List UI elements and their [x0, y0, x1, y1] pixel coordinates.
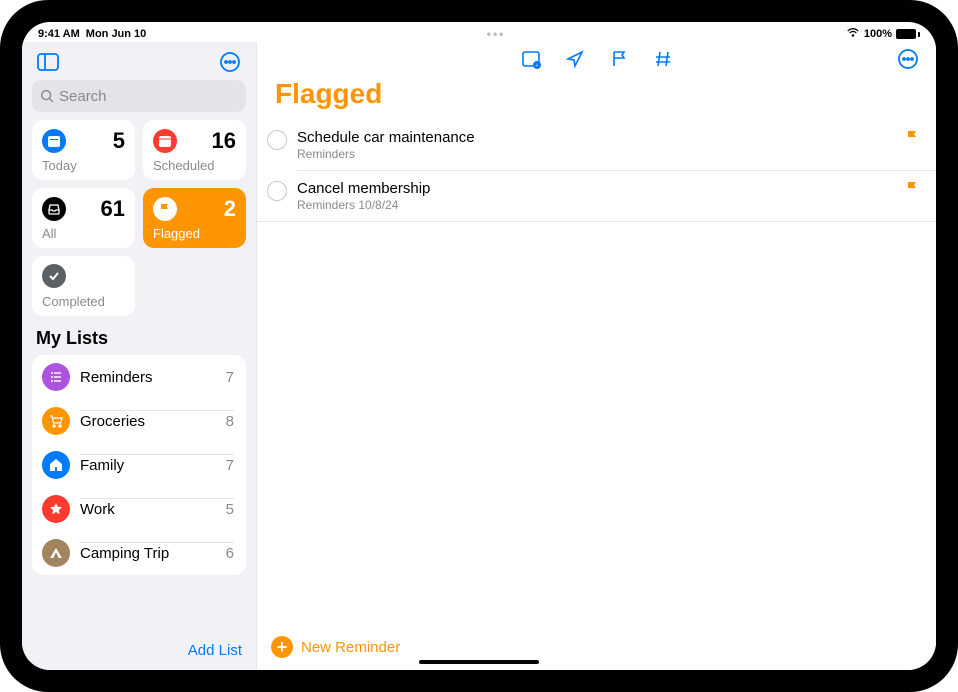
list-name: Reminders — [80, 369, 153, 386]
smart-card-scheduled[interactable]: 16 Scheduled — [143, 120, 246, 180]
smart-card-today[interactable]: 5 Today — [32, 120, 135, 180]
page-title: Flagged — [257, 72, 936, 120]
list-item[interactable]: Camping Trip 6 — [32, 531, 246, 575]
reminder-row[interactable]: Cancel membership Reminders 10/8/24 — [297, 170, 936, 221]
flag-icon — [904, 180, 920, 201]
list-item[interactable]: Reminders 7 — [32, 355, 246, 399]
list-count: 7 — [226, 369, 234, 386]
battery-percentage: 100% — [864, 28, 892, 40]
smart-card-label: Today — [42, 158, 125, 173]
list-item[interactable]: Groceries 8 — [32, 399, 246, 443]
reminder-row[interactable]: Schedule car maintenance Reminders — [257, 120, 936, 170]
list-item[interactable]: Work 5 — [32, 487, 246, 531]
main-toolbar: + — [257, 42, 936, 72]
tag-hash-icon[interactable] — [652, 48, 674, 70]
tray-icon — [42, 197, 66, 221]
plus-circle-icon: + — [271, 636, 293, 658]
svg-text:+: + — [535, 63, 538, 69]
smart-card-all[interactable]: 61 All — [32, 188, 135, 248]
sidebar-more-button[interactable] — [216, 50, 244, 74]
new-reminder-button[interactable]: + New Reminder — [271, 636, 400, 658]
list-count: 7 — [226, 457, 234, 474]
smart-card-label: Flagged — [153, 226, 236, 241]
calendar-icon — [153, 129, 177, 153]
smart-card-count: 5 — [113, 128, 125, 154]
main-more-button[interactable] — [894, 47, 922, 71]
house-icon — [42, 451, 70, 479]
battery-icon — [896, 29, 920, 39]
device-frame: 9:41 AM Mon Jun 10 ••• 100% — [0, 0, 958, 692]
status-bar: 9:41 AM Mon Jun 10 ••• 100% — [22, 22, 936, 42]
smart-card-label: Completed — [42, 294, 125, 309]
flag-icon — [153, 197, 177, 221]
search-field[interactable] — [32, 80, 246, 112]
flag-toolbar-icon[interactable] — [608, 48, 630, 70]
reminder-subtitle: Reminders — [297, 147, 894, 161]
list-bullet-icon — [42, 363, 70, 391]
list-count: 8 — [226, 413, 234, 430]
flag-icon — [904, 129, 920, 150]
smart-card-completed[interactable]: Completed — [32, 256, 135, 316]
list-name: Groceries — [80, 413, 145, 430]
new-reminder-label: New Reminder — [301, 639, 400, 656]
list-name: Camping Trip — [80, 545, 169, 562]
smart-card-count: 61 — [101, 196, 125, 222]
list-count: 5 — [226, 501, 234, 518]
app-body: 5 Today 16 Scheduled — [22, 42, 936, 670]
smart-card-count: 2 — [224, 196, 236, 222]
smart-card-flagged[interactable]: 2 Flagged — [143, 188, 246, 248]
reminder-subtitle: Reminders 10/8/24 — [297, 198, 894, 212]
my-lists: Reminders 7 Groceries 8 Family 7 Work 5 … — [32, 355, 246, 575]
calendar-date-icon[interactable]: + — [520, 48, 542, 70]
checkmark-icon — [42, 264, 66, 288]
home-indicator[interactable] — [419, 660, 539, 664]
list-item[interactable]: Family 7 — [32, 443, 246, 487]
reminder-complete-toggle[interactable] — [267, 181, 287, 201]
location-icon[interactable] — [564, 48, 586, 70]
list-count: 6 — [226, 545, 234, 562]
search-icon — [40, 89, 55, 104]
cart-icon — [42, 407, 70, 435]
add-list-button[interactable]: Add List — [188, 642, 242, 659]
search-input[interactable] — [59, 88, 258, 105]
sidebar: 5 Today 16 Scheduled — [22, 42, 257, 670]
status-time: 9:41 AM — [38, 28, 80, 40]
smart-card-label: Scheduled — [153, 158, 236, 173]
smart-card-count: 16 — [212, 128, 236, 154]
main-panel: + — [257, 42, 936, 670]
sidebar-toggle-button[interactable] — [34, 50, 62, 74]
smart-list-grid: 5 Today 16 Scheduled — [22, 120, 256, 324]
screen: 9:41 AM Mon Jun 10 ••• 100% — [22, 22, 936, 670]
wifi-icon — [846, 28, 860, 41]
list-name: Work — [80, 501, 115, 518]
reminder-list: Schedule car maintenance Reminders Cance… — [257, 120, 936, 626]
tent-icon — [42, 539, 70, 567]
reminder-complete-toggle[interactable] — [267, 130, 287, 150]
smart-card-label: All — [42, 226, 125, 241]
multitask-dots-icon[interactable]: ••• — [487, 27, 506, 41]
my-lists-header: My Lists — [22, 324, 256, 355]
star-icon — [42, 495, 70, 523]
status-date: Mon Jun 10 — [86, 28, 147, 40]
calendar-today-icon — [42, 129, 66, 153]
reminder-title: Schedule car maintenance — [297, 129, 894, 146]
reminder-title: Cancel membership — [297, 180, 894, 197]
list-name: Family — [80, 457, 124, 474]
